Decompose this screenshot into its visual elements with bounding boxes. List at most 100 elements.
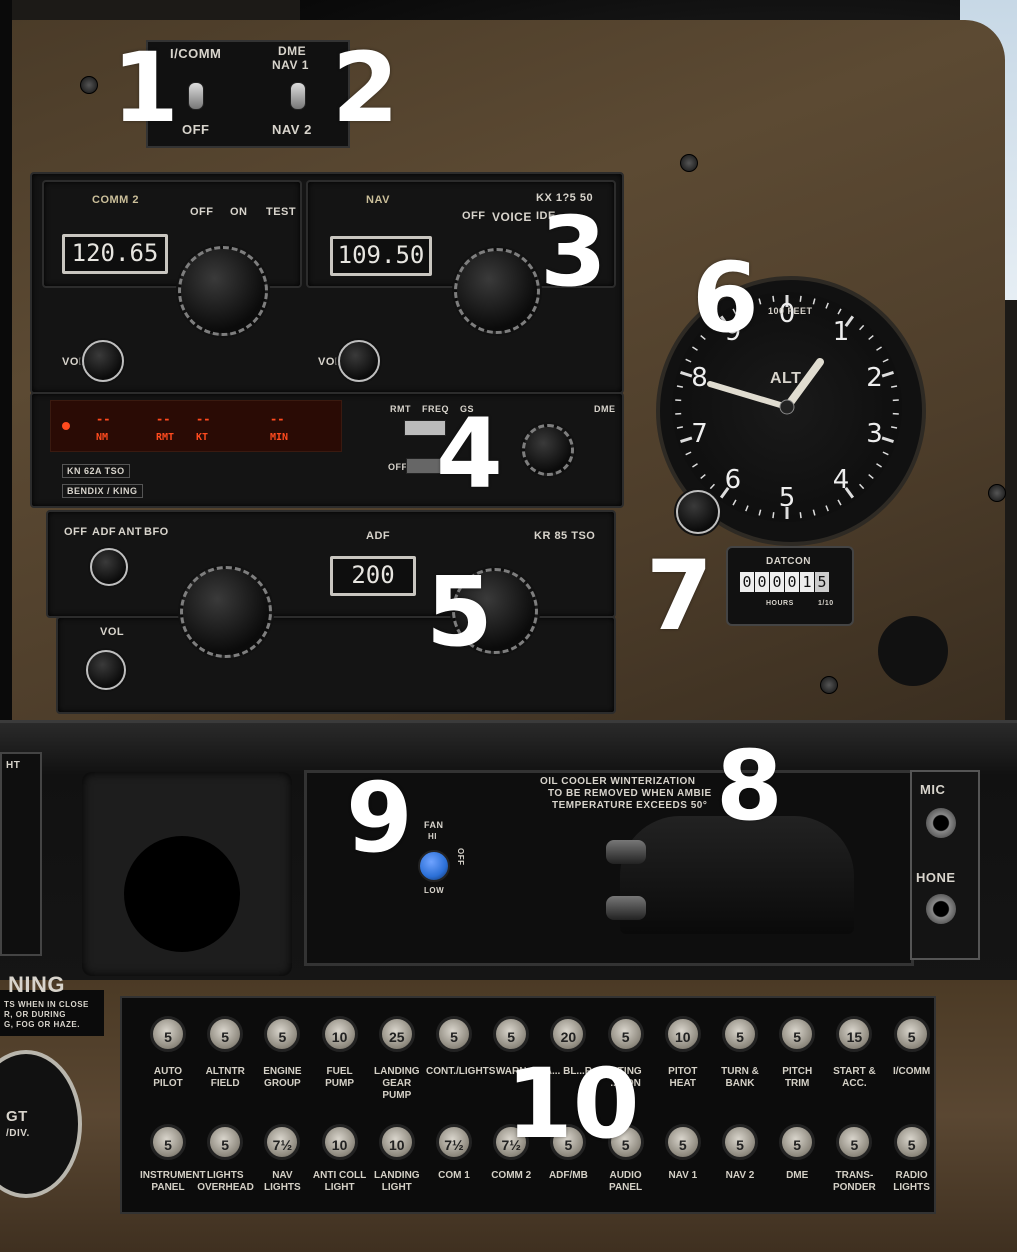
dme-knob[interactable] <box>522 424 574 476</box>
circuit-breaker[interactable]: 10 <box>378 1124 415 1160</box>
hobbs-brand: DATCON <box>766 556 812 567</box>
hobbs-digit: 0 <box>770 572 784 592</box>
dme-nav-toggle[interactable] <box>290 82 306 110</box>
adf-mode-off: OFF <box>64 526 88 538</box>
nav-volume-knob[interactable] <box>338 340 380 382</box>
altimeter-tick <box>758 509 762 516</box>
altimeter-tick <box>799 512 802 519</box>
adf-mode-adf: ADF <box>92 526 117 538</box>
oil-cooler-line3: TEMPERATURE EXCEEDS 50° <box>552 800 708 811</box>
altimeter-number: 5 <box>778 483 796 513</box>
nav-off: OFF <box>462 210 486 222</box>
callout-1: 1 <box>112 32 179 144</box>
circuit-breaker[interactable]: 5 <box>607 1016 644 1052</box>
altimeter-tick <box>732 499 737 506</box>
callout-9: 9 <box>346 762 413 874</box>
altimeter-tick <box>859 483 865 490</box>
altimeter-tick <box>772 512 775 519</box>
circuit-breaker[interactable]: 25 <box>378 1016 415 1052</box>
dme-off: OFF <box>388 462 408 472</box>
circuit-breaker[interactable]: 5 <box>493 1016 530 1052</box>
comm-off: OFF <box>190 206 214 218</box>
altimeter-tick <box>868 335 874 341</box>
breaker-label: NAV 1 <box>668 1170 698 1181</box>
dme-seg-2: -- <box>196 412 211 426</box>
altimeter-number: 2 <box>866 362 883 393</box>
circuit-breaker[interactable]: 5 <box>779 1124 816 1160</box>
breaker-label: CONT./LIGHTS <box>426 1066 496 1077</box>
circuit-breaker[interactable]: 10 <box>664 1016 701 1052</box>
lever-upper[interactable] <box>606 840 646 864</box>
circuit-breaker[interactable]: 5 <box>893 1016 930 1052</box>
fan-switch[interactable] <box>418 850 450 882</box>
altimeter-tick <box>745 505 749 512</box>
phone-jack[interactable] <box>926 894 956 924</box>
altimeter-label: ALT <box>770 370 802 387</box>
dme-led <box>62 422 70 430</box>
circuit-breaker[interactable]: 5 <box>722 1124 758 1160</box>
dme-title: DME <box>594 404 616 414</box>
circuit-breaker[interactable]: 5 <box>893 1124 930 1160</box>
comm-volume-knob[interactable] <box>82 340 124 382</box>
callout-10: 10 <box>506 1048 640 1160</box>
altimeter-tick <box>758 298 762 305</box>
adf-mode-knob[interactable] <box>90 548 128 586</box>
comm-freq-knob[interactable] <box>178 246 268 336</box>
altimeter-baro-knob[interactable] <box>676 490 720 534</box>
circuit-breaker[interactable]: 10 <box>321 1124 358 1160</box>
comm-frequency: 120.65 <box>62 234 168 274</box>
breaker-label: FUEL PUMP <box>325 1066 355 1089</box>
breaker-label: COM 1 <box>438 1170 470 1181</box>
switch-right-top1: DME <box>278 44 307 58</box>
dme-unit-min: MIN <box>270 432 289 443</box>
altimeter-tick <box>868 473 874 479</box>
adf-volume-knob[interactable] <box>86 650 126 690</box>
circuit-breaker[interactable]: 5 <box>207 1016 244 1052</box>
egt-sub: /DIV. <box>6 1128 30 1139</box>
lever-lower[interactable] <box>606 896 646 920</box>
circuit-breaker[interactable]: 5 <box>664 1124 701 1160</box>
breaker-label: COMM 2 <box>491 1170 532 1181</box>
altimeter-tick <box>812 298 816 305</box>
altimeter-tick <box>692 463 698 468</box>
callout-6: 6 <box>692 242 759 354</box>
comm-label: COMM 2 <box>92 194 139 206</box>
breaker-label: START & ACC. <box>833 1066 876 1089</box>
jack-plate <box>910 770 980 960</box>
comm-test: TEST <box>266 206 297 218</box>
mic-jack[interactable] <box>926 808 956 838</box>
circuit-breaker[interactable]: 5 <box>150 1016 186 1052</box>
altimeter-tick <box>685 358 692 363</box>
oil-cooler-line2: TO BE REMOVED WHEN AMBIE <box>548 788 712 799</box>
comm-on: ON <box>230 206 248 218</box>
breaker-label: I/COMM <box>892 1066 931 1077</box>
circuit-breaker[interactable]: 10 <box>321 1016 358 1052</box>
breaker-label: ENGINE GROUP <box>263 1066 302 1089</box>
screw <box>680 154 698 172</box>
circuit-breaker[interactable]: 5 <box>436 1016 472 1052</box>
warning-line3: G, FOG OR HAZE. <box>4 1020 80 1029</box>
warning-line1: TS WHEN IN CLOSE <box>4 1000 89 1009</box>
hobbs-digit: 0 <box>785 572 799 592</box>
circuit-breaker[interactable]: 5 <box>150 1124 186 1160</box>
dme-unit-kt: KT <box>196 432 209 443</box>
altimeter-tick <box>825 302 829 309</box>
screw <box>820 676 838 694</box>
nav-freq-knob[interactable] <box>454 248 540 334</box>
circuit-breaker[interactable]: 5 <box>722 1016 758 1052</box>
altimeter-feet: 100 FEET <box>768 306 813 316</box>
altimeter-tick <box>685 451 692 456</box>
fan-low: LOW <box>424 886 445 895</box>
left-tag: HT <box>6 760 21 771</box>
adf-freq-knob-left[interactable] <box>180 566 272 658</box>
mic-label: MIC <box>920 782 946 797</box>
callout-2: 2 <box>332 32 399 144</box>
adf-vol-label: VOL <box>100 626 125 638</box>
icomm-toggle[interactable] <box>188 82 204 110</box>
breaker-label: ALTNTR FIELD <box>205 1066 245 1089</box>
dme-unit-nm: NM <box>96 432 109 443</box>
circuit-breaker[interactable]: 7½ <box>436 1124 472 1160</box>
circuit-breaker[interactable]: 5 <box>207 1124 244 1160</box>
circuit-breaker[interactable]: 5 <box>779 1016 816 1052</box>
altimeter-tick <box>882 358 889 363</box>
